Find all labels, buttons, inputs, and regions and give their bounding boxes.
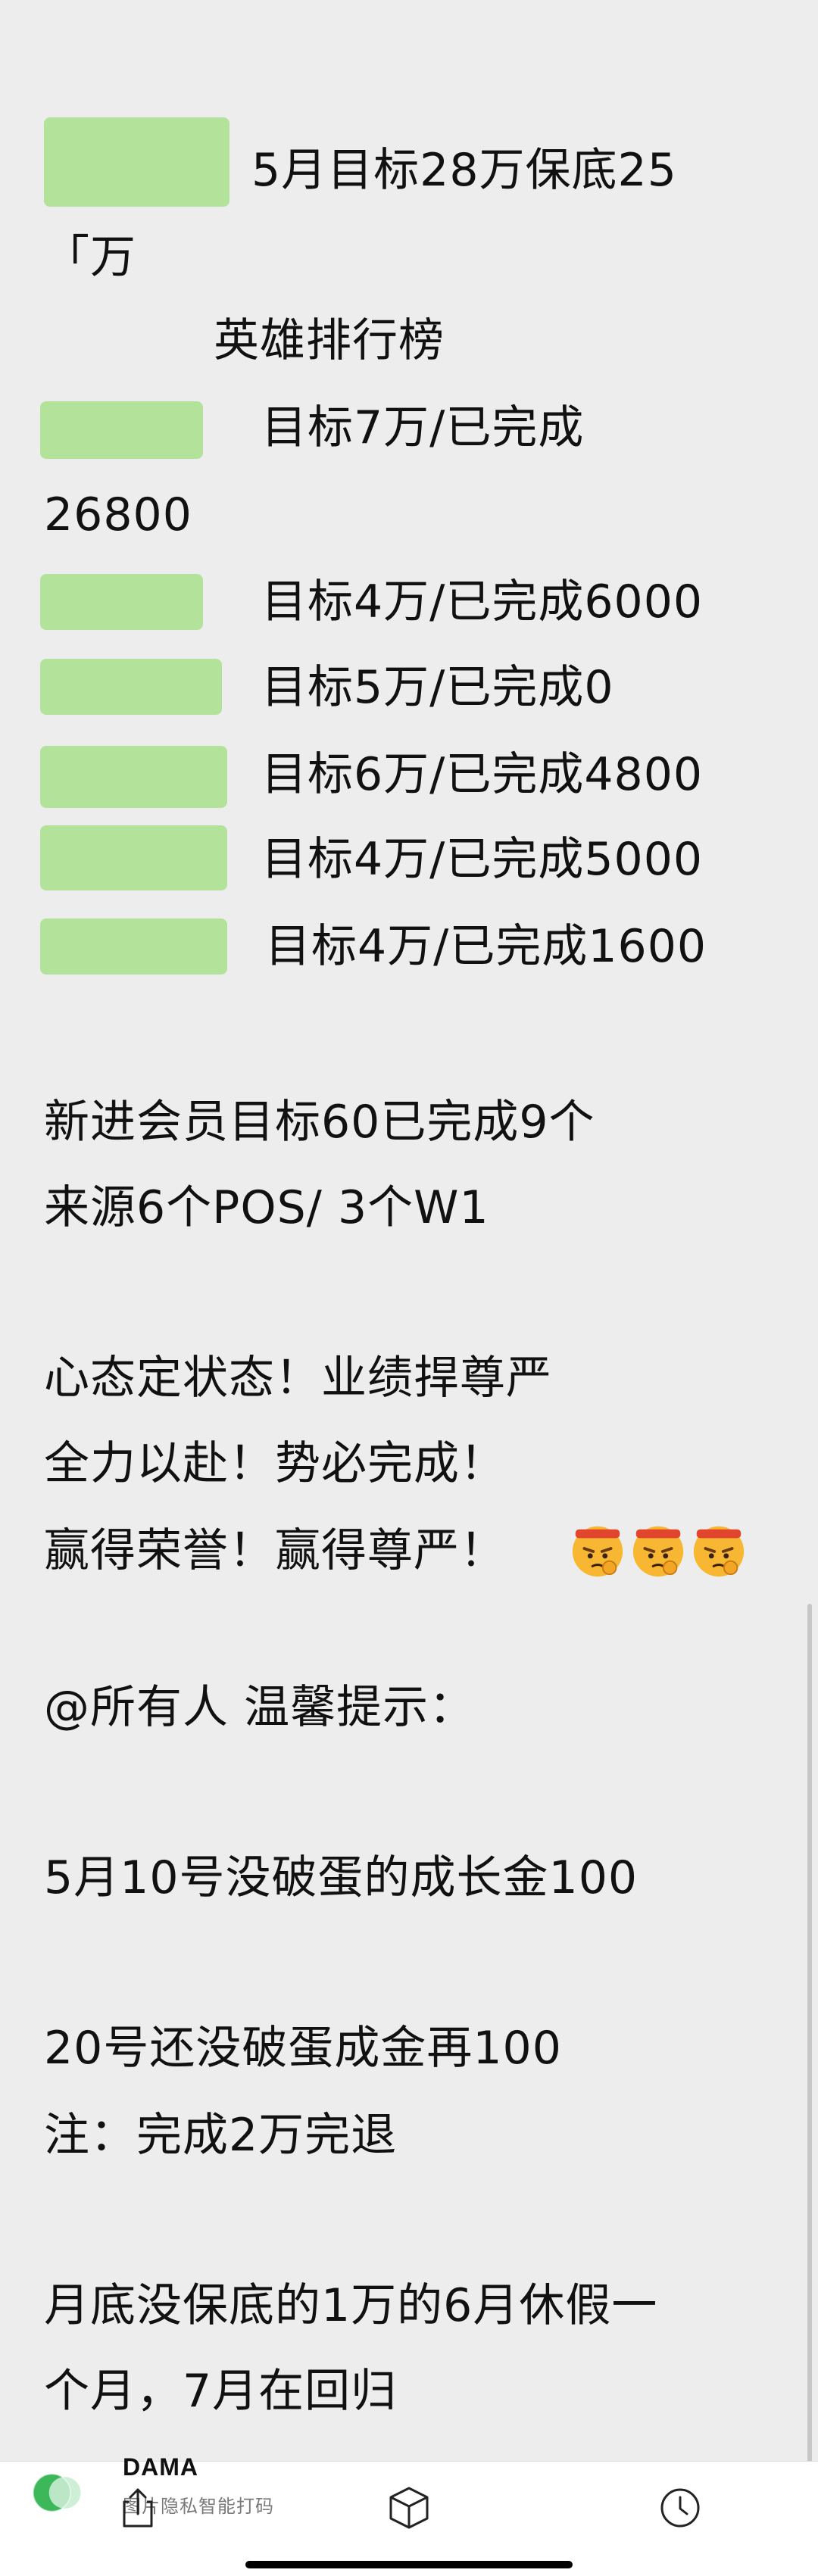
determined-face-icon [572, 1526, 623, 1577]
redaction-mask [40, 659, 222, 715]
redaction-mask [40, 746, 227, 808]
ranking-row: 目标4万/已完成6000 [261, 575, 704, 628]
redaction-mask [40, 401, 203, 459]
determined-face-icon [632, 1526, 684, 1577]
emoji-group [568, 1520, 748, 1580]
members-line: 新进会员目标60已完成9个 [44, 1096, 595, 1149]
redaction-mask [40, 825, 227, 890]
redaction-mask [44, 117, 229, 207]
chat-screenshot: 5月目标28万保底25 「万 英雄排行榜 目标7万/已完成 26800 目标4万… [0, 0, 818, 2576]
home-indicator[interactable] [245, 2561, 573, 2568]
notice-line: 20号还没破蛋成金再100 [44, 2022, 562, 2075]
clock-icon[interactable] [656, 2484, 704, 2532]
watermark-title: DAMA [123, 2453, 198, 2481]
ranking-row: 目标4万/已完成5000 [261, 833, 704, 886]
members-source-line: 来源6个POS/ 3个W1 [44, 1181, 489, 1234]
notice-line: 月底没保底的1万的6月休假一 [44, 2279, 658, 2332]
motto-line: 赢得荣誉！赢得尊严！ [44, 1524, 506, 1577]
notice-line: 5月10号没破蛋的成长金100 [44, 1851, 638, 1904]
ranking-row: 目标4万/已完成1600 [265, 920, 707, 973]
ranking-row: 目标7万/已完成 [261, 401, 585, 454]
ranking-title: 英雄排行榜 [214, 314, 445, 367]
share-icon[interactable] [114, 2484, 162, 2532]
determined-face-icon [693, 1526, 745, 1577]
scrollbar[interactable] [807, 1604, 812, 2467]
goal-line-continued: 「万 [44, 231, 136, 284]
redaction-mask [40, 574, 203, 630]
ranking-row: 目标5万/已完成0 [261, 661, 614, 714]
notice-line: 注：完成2万完退 [44, 2109, 398, 2162]
motto-line: 心态定状态！业绩捍尊严 [44, 1352, 552, 1405]
box-icon[interactable] [385, 2484, 433, 2532]
ranking-row: 26800 [44, 488, 192, 541]
dama-logo-icon [32, 2473, 81, 2512]
redaction-mask [40, 918, 227, 975]
motto-line: 全力以赴！势必完成！ [44, 1437, 506, 1490]
notice-title: @所有人 温馨提示： [44, 1681, 476, 1734]
notice-line: 个月，7月在回归 [44, 2365, 398, 2418]
goal-line: 5月目标28万保底25 [251, 144, 677, 197]
ranking-row: 目标6万/已完成4800 [261, 748, 704, 801]
